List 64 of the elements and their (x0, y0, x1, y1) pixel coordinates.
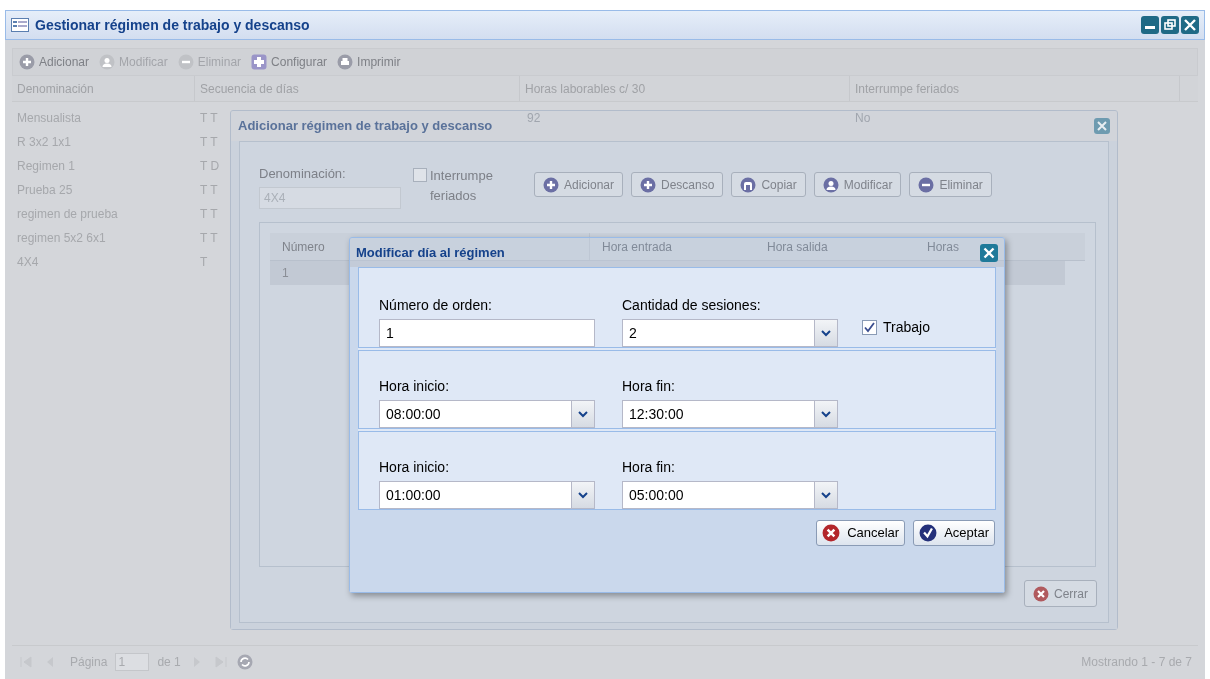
puzzle-icon (251, 54, 268, 70)
time-dropdown[interactable]: 08:00:00 (379, 400, 595, 428)
checkbox[interactable] (862, 320, 877, 335)
time-dropdown[interactable]: 01:00:00 (379, 481, 595, 509)
hand-icon (740, 176, 757, 193)
field-value: 01:00:00 (385, 485, 442, 505)
window-title: Gestionar régimen de trabajo y descanso (35, 15, 310, 35)
restore-icon[interactable] (1161, 16, 1179, 34)
field-label: Hora fin: (622, 377, 676, 396)
toolbar-button[interactable]: Imprimir (337, 53, 401, 71)
close-icon[interactable] (1094, 118, 1110, 134)
checkbox[interactable] (413, 168, 427, 182)
plus-icon (640, 176, 657, 193)
dialog-button[interactable]: Descanso (631, 172, 724, 197)
dialog-button[interactable]: Copiar (731, 172, 806, 197)
field-value: 12:30:00 (628, 404, 685, 424)
minimize-icon[interactable] (1141, 16, 1159, 34)
field-value: 2 (628, 323, 638, 343)
dialog-title: Modificar día al régimen (356, 243, 505, 262)
toolbar-button[interactable]: Adicionar (19, 53, 90, 71)
toolbar-button[interactable]: Configurar (251, 53, 328, 71)
check-icon (919, 524, 938, 542)
chevron-down-icon (821, 329, 831, 337)
time-dropdown[interactable]: 12:30:00 (622, 400, 838, 428)
cancel-button[interactable]: Cancelar (816, 520, 906, 546)
chevron-down-icon (821, 491, 831, 499)
field-value: 1 (385, 323, 395, 343)
window-icon (11, 18, 29, 32)
chevron-down-icon (821, 410, 831, 418)
chevron-down-icon (578, 410, 588, 418)
minus-icon (177, 54, 194, 70)
plus-icon (543, 176, 559, 193)
accept-button[interactable]: Aceptar (913, 520, 995, 546)
close-icon[interactable] (1181, 16, 1199, 34)
field-label: Denominación: (259, 165, 347, 183)
time-dropdown[interactable]: 05:00:00 (622, 481, 838, 509)
cross-icon (822, 524, 841, 542)
check-icon (864, 322, 875, 333)
field-value: 05:00:00 (628, 485, 685, 505)
field-label: Hora fin: (622, 458, 676, 477)
field-label: Cantidad de sesiones: (622, 296, 762, 315)
dialog-title: Adicionar régimen de trabajo y descanso (238, 117, 493, 136)
field-label: Número de orden: (379, 296, 493, 315)
dialog-button[interactable]: Adicionar (534, 172, 624, 197)
checkbox-label: Trabajo (883, 318, 930, 337)
field-label: Hora inicio: (379, 458, 451, 477)
cross-icon (1033, 585, 1049, 602)
chevron-down-icon (578, 491, 588, 499)
minus-icon (918, 176, 935, 193)
person-icon (822, 176, 839, 193)
plus-icon (19, 54, 35, 70)
order-field[interactable]: 1 (379, 319, 595, 347)
field-label: Hora inicio: (379, 377, 451, 396)
checkbox-label: Interrumpe feriados (430, 167, 494, 205)
printer-icon (337, 54, 354, 70)
close-button[interactable]: Cerrar (1024, 580, 1097, 607)
field-value: 08:00:00 (385, 404, 442, 424)
column-header[interactable]: Número (282, 237, 325, 256)
person-icon (99, 54, 116, 70)
table-cell: 1 (282, 266, 289, 280)
dialog-button[interactable]: Eliminar (909, 172, 992, 197)
sessions-dropdown[interactable]: 2 (622, 319, 838, 347)
dialog-button[interactable]: Modificar (813, 172, 902, 197)
refresh-icon (236, 653, 253, 670)
